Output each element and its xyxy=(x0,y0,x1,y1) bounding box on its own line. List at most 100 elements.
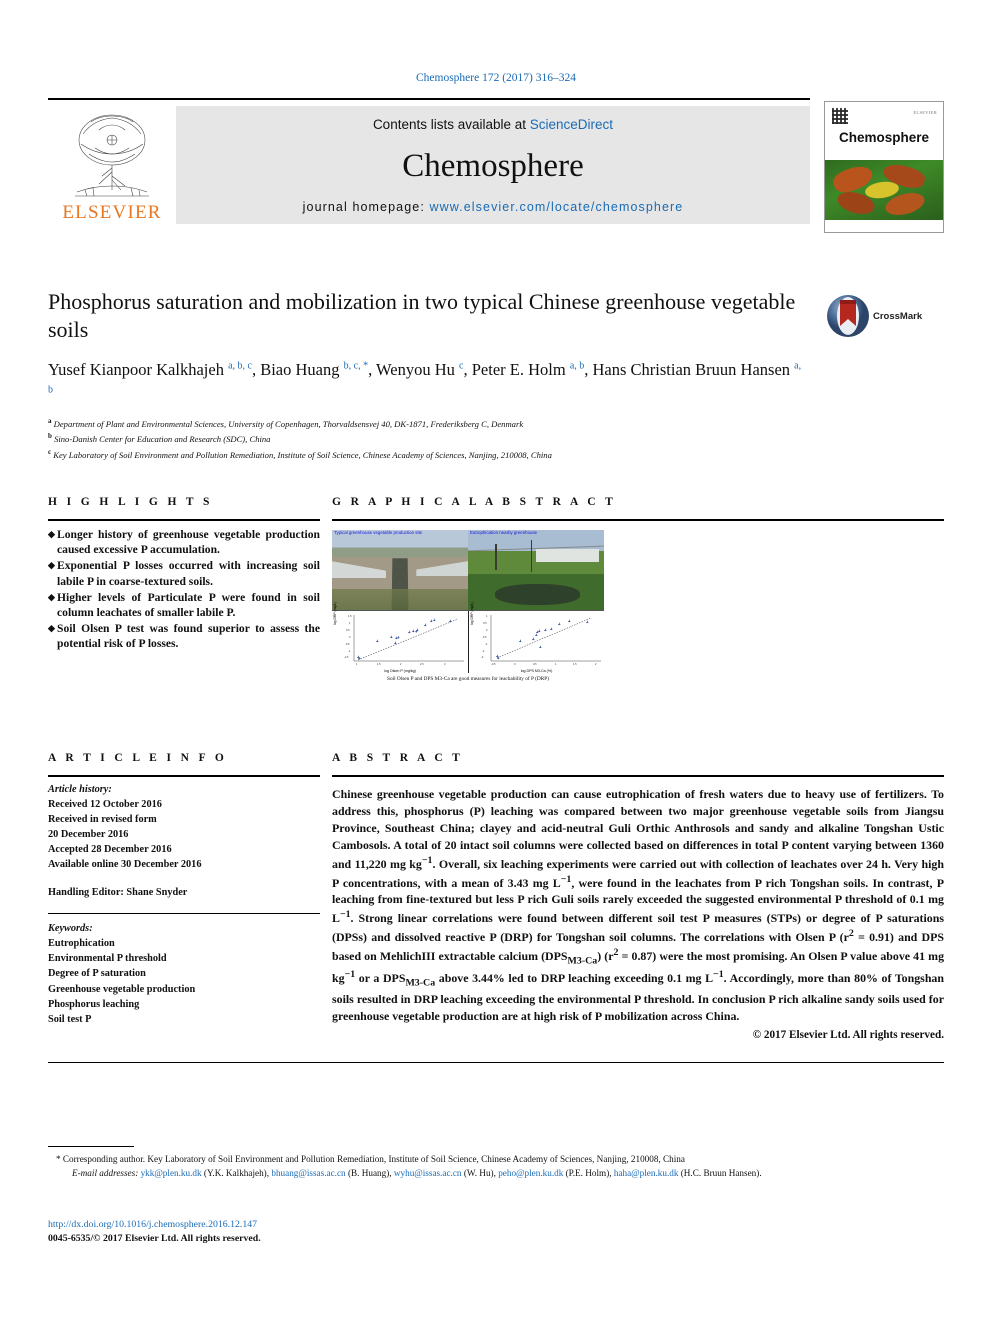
elsevier-wordmark: ELSEVIER xyxy=(62,202,162,223)
affiliation-marker-b: b xyxy=(48,432,52,441)
affiliation-a: a Department of Plant and Environmental … xyxy=(48,417,524,430)
photo-left-caption: Typical greenhouse vegetable production … xyxy=(334,530,423,535)
history-accepted: Accepted 28 December 2016 xyxy=(48,843,172,855)
svg-text:-0.5: -0.5 xyxy=(345,642,350,646)
highlights-list: ◆ Longer history of greenhouse vegetable… xyxy=(48,527,320,653)
doi-link[interactable]: http://dx.doi.org/10.1016/j.chemosphere.… xyxy=(48,1218,944,1233)
photo-right-caption: Eutrophication nearby greenhouse xyxy=(470,530,538,535)
scatter-plot-svg-1: 1.5 1 0.5 0 -0.5 -1 -2.5 1 1.5 2 2.5 3 xyxy=(344,614,464,666)
qr-code-icon xyxy=(832,108,848,124)
article-history: Article history: Received 12 October 201… xyxy=(48,783,320,900)
highlight-text: Exponential P losses occurred with incre… xyxy=(57,559,320,588)
list-item: ◆ Exponential P losses occurred with inc… xyxy=(48,558,320,588)
graphical-abstract-divider xyxy=(332,519,944,521)
svg-text:-0.5: -0.5 xyxy=(482,635,487,639)
email-addresses-note: E-mail addresses: ykk@plen.ku.dk (Y.K. K… xyxy=(72,1168,762,1179)
svg-text:1: 1 xyxy=(356,662,358,666)
photo-greenhouse-site: Typical greenhouse vegetable production … xyxy=(332,530,468,610)
keyword-item: Phosphorus leaching xyxy=(48,998,140,1010)
highlight-text: Higher levels of Particulate P were foun… xyxy=(57,590,320,619)
svg-text:0.5: 0.5 xyxy=(533,662,537,666)
cover-publisher-label: ELSEVIER xyxy=(913,110,937,115)
cover-artwork xyxy=(825,160,943,220)
running-head: Chemosphere 172 (2017) 316–324 xyxy=(415,72,577,84)
affiliation-b: b Sino-Danish Center for Education and R… xyxy=(48,432,271,445)
keyword-item: Greenhouse vegetable production xyxy=(48,983,196,995)
bullet-icon: ◆ xyxy=(48,623,55,634)
affiliation-c: c Key Laboratory of Soil Environment and… xyxy=(48,447,552,460)
keywords-list: Keywords: Eutrophication Environmental P… xyxy=(48,921,320,1027)
title-block: Phosphorus saturation and mobilization i… xyxy=(48,288,808,462)
keyword-item: Soil test P xyxy=(48,1013,92,1025)
bullet-icon: ◆ xyxy=(48,529,55,539)
crossmark-badge[interactable]: CrossMark xyxy=(826,292,936,340)
svg-text:-0.5: -0.5 xyxy=(491,662,496,666)
svg-text:1.5: 1.5 xyxy=(348,614,352,618)
highlight-text: Soil Olsen P test was found superior to … xyxy=(57,622,320,651)
svg-text:-3: -3 xyxy=(481,655,484,659)
scatter-chart-dps: log DRP (mg/L) 1 0.5 0 -0.5 -1 -2 -3 -0.… xyxy=(468,602,604,673)
elsevier-logo: ELSEVIER xyxy=(48,106,176,224)
elsevier-tree-icon xyxy=(75,114,149,197)
chart-xlabel: log DPS M3-Ca (%) xyxy=(520,668,553,673)
journal-band: Contents lists available at ScienceDirec… xyxy=(176,106,810,224)
cover-top: ELSEVIER Chemosphere xyxy=(825,102,943,160)
bullet-icon: ◆ xyxy=(48,560,55,571)
corresponding-author-note: * Corresponding author. Key Laboratory o… xyxy=(56,1154,685,1164)
graphical-abstract-caption: Soil Olsen P and DPS M3-Ca are good meas… xyxy=(387,676,549,682)
svg-text:0: 0 xyxy=(486,628,488,632)
graphical-abstract-photos: Typical greenhouse vegetable production … xyxy=(332,530,604,610)
list-item: ◆ Longer history of greenhouse vegetable… xyxy=(48,527,320,557)
list-item: ◆ Soil Olsen P test was found superior t… xyxy=(48,621,320,651)
issn-copyright: 0045-6535/© 2017 Elsevier Ltd. All right… xyxy=(48,1233,261,1244)
abstract-body: Chinese greenhouse vegetable production … xyxy=(332,787,945,1023)
keyword-item: Eutrophication xyxy=(48,938,115,950)
journal-cover-thumbnail: ELSEVIER Chemosphere xyxy=(824,101,944,233)
graphical-abstract-charts: log DRP (mg/L) 1.5 1 0.5 0 -0.5 -1 -2.5 … xyxy=(332,602,604,673)
author-list: Yusef Kianpoor Kalkhajeh a, b, c, Biao H… xyxy=(48,360,802,396)
history-received: Received 12 October 2016 xyxy=(48,798,162,810)
svg-text:1.5: 1.5 xyxy=(377,662,381,666)
highlight-text: Longer history of greenhouse vegetable p… xyxy=(57,528,320,557)
abstract-heading: A B S T R A C T xyxy=(332,752,464,764)
keywords-divider xyxy=(48,913,320,914)
scatter-plot-svg-2: 1 0.5 0 -0.5 -1-2 -3 -0.5 0 0.5 1 1.5 2 xyxy=(481,614,601,666)
contents-prefix: Contents lists available at xyxy=(372,117,530,132)
svg-text:3: 3 xyxy=(444,662,446,666)
affiliation-list: a Department of Plant and Environmental … xyxy=(48,416,808,462)
bullet-icon: ◆ xyxy=(48,591,55,602)
cover-journal-name: Chemosphere xyxy=(838,130,930,145)
keyword-item: Environmental P threshold xyxy=(48,953,167,965)
list-item: ◆ Higher levels of Particulate P were fo… xyxy=(48,590,320,620)
scatter-chart-olsen-p: log DRP (mg/L) 1.5 1 0.5 0 -0.5 -1 -2.5 … xyxy=(332,602,468,673)
graphical-abstract-figure: Typical greenhouse vegetable production … xyxy=(332,530,604,682)
svg-text:1: 1 xyxy=(349,621,351,625)
chart-ylabel: log DRP (mg/L) xyxy=(333,601,337,625)
svg-text:2: 2 xyxy=(400,662,402,666)
article-info-heading: A R T I C L E I N F O xyxy=(48,752,228,764)
keyword-item: Degree of P saturation xyxy=(48,968,146,980)
crossmark-label: CrossMark xyxy=(873,310,923,322)
highlights-heading: H I G H L I G H T S xyxy=(48,496,213,508)
article-history-label: Article history: xyxy=(48,784,112,795)
affiliation-marker-a: a xyxy=(48,417,52,426)
svg-text:1: 1 xyxy=(486,614,488,618)
journal-masthead: ELSEVIER Contents lists available at Sci… xyxy=(48,98,810,224)
svg-text:1: 1 xyxy=(555,662,557,666)
footnote-block: * Corresponding author. Key Laboratory o… xyxy=(48,1152,944,1181)
photo-eutrophication: Eutrophication nearby greenhouse xyxy=(468,530,604,610)
article-info-divider xyxy=(48,775,320,777)
paper-page: Chemosphere 172 (2017) 316–324 ELSEVIER … xyxy=(0,0,992,1323)
svg-text:2: 2 xyxy=(595,662,597,666)
keywords-label: Keywords: xyxy=(48,923,93,934)
affiliation-marker-c: c xyxy=(48,447,52,456)
footnote-divider xyxy=(48,1146,134,1147)
journal-homepage-link[interactable]: www.elsevier.com/locate/chemosphere xyxy=(429,200,683,214)
sciencedirect-link[interactable]: ScienceDirect xyxy=(530,117,613,132)
svg-text:0: 0 xyxy=(514,662,516,666)
svg-text:0.5: 0.5 xyxy=(346,628,350,632)
svg-text:0: 0 xyxy=(349,635,351,639)
graphical-abstract-heading: G R A P H I C A L A B S T R A C T xyxy=(332,496,617,508)
journal-homepage-line: journal homepage: www.elsevier.com/locat… xyxy=(303,200,684,214)
contents-list-line: Contents lists available at ScienceDirec… xyxy=(373,117,613,132)
